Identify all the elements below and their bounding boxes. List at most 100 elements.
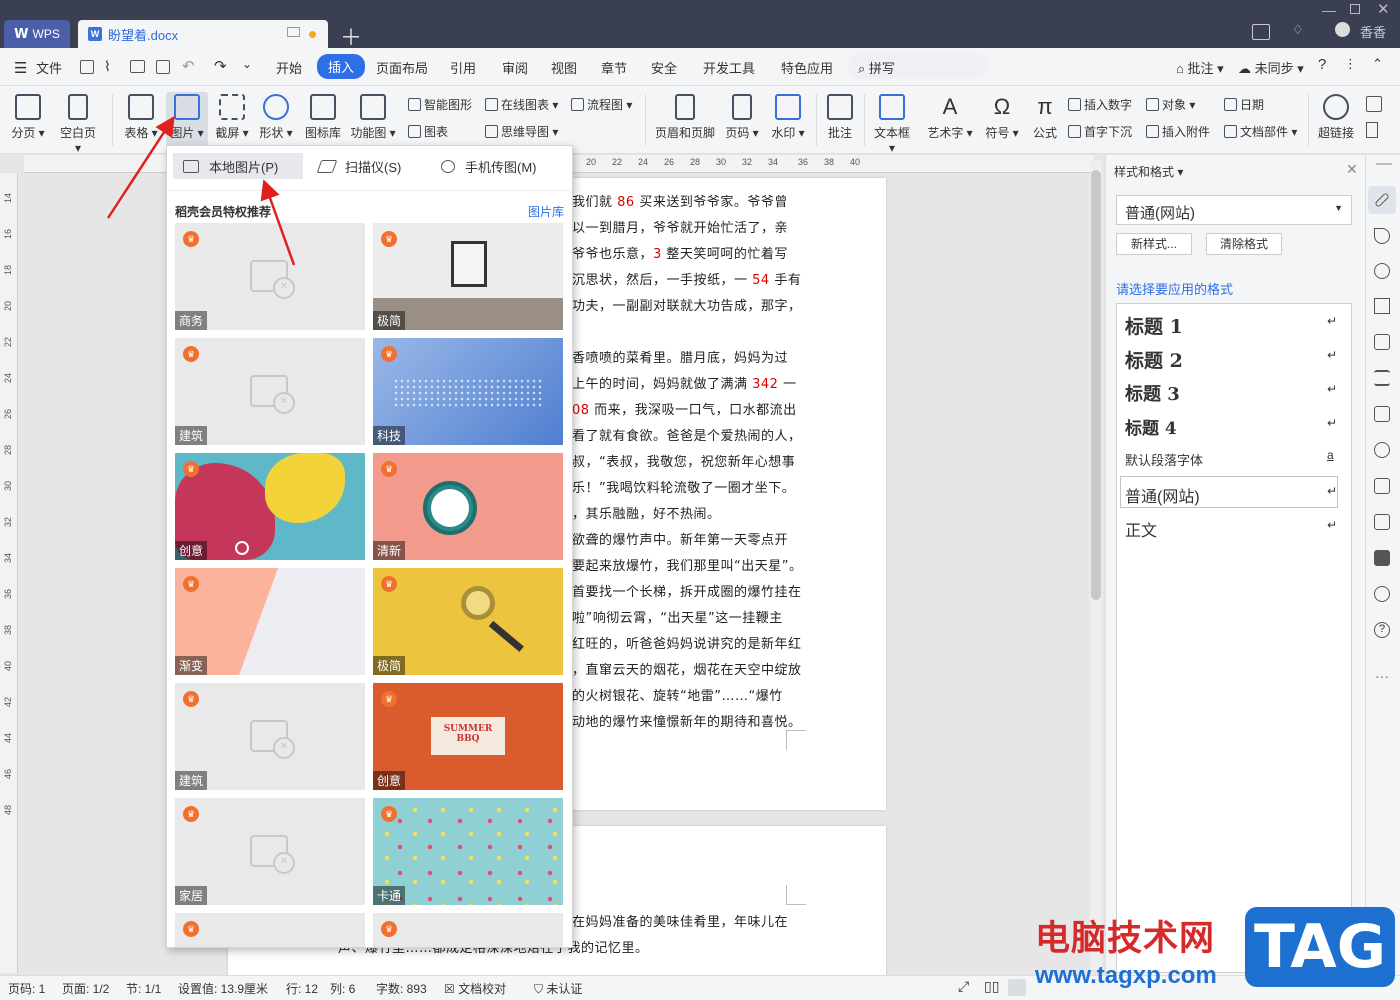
picture-thumbnail-magnifier[interactable]: ♛ 极简 — [373, 568, 563, 675]
document-line[interactable]: 以一到腊月，爷爷就开始忙活了，亲 — [572, 217, 788, 236]
picture-thumbnail[interactable]: ♛ — [373, 913, 563, 947]
hyperlink-button[interactable]: 超链接 — [1314, 94, 1358, 141]
tab-view[interactable]: 视图 — [551, 58, 577, 77]
status-section[interactable]: 节: 1/1 — [126, 980, 161, 997]
document-line[interactable]: ，直窜云天的烟花，烟花在天空中绽放 — [572, 659, 802, 678]
collapse-ribbon-icon[interactable]: ⌃ — [1372, 56, 1383, 72]
picture-thumbnail-placeholder[interactable]: ♛ 商务 — [175, 223, 365, 330]
tab-developer[interactable]: 开发工具 — [703, 58, 755, 77]
document-line[interactable]: 啦”响彻云霄，“出天星”这一挂鞭主 — [572, 607, 783, 626]
username[interactable]: 香香 — [1360, 22, 1386, 41]
drop-cap-button[interactable]: 首字下沉 — [1068, 123, 1132, 140]
picture-thumbnail-frame[interactable]: ♛ 极简 — [373, 223, 563, 330]
local-picture-option[interactable]: 本地图片(P) — [173, 153, 303, 179]
picture-thumbnail-placeholder[interactable]: ♛ 建筑 — [175, 338, 365, 445]
document-line[interactable]: 看了就有食欲。爸爸是个爱热闹的人， — [572, 425, 802, 444]
document-line[interactable]: 功夫，一副副对联就大功告成，那字， — [572, 295, 802, 314]
document-line[interactable]: 在妈妈准备的美味佳肴里，年味儿在 — [572, 911, 788, 930]
status-col[interactable]: 列: 6 — [330, 980, 355, 997]
picture-library-link[interactable]: 图片库 — [528, 203, 564, 220]
tab-security[interactable]: 安全 — [651, 58, 677, 77]
style-heading-1[interactable]: 标题 1 — [1125, 312, 1183, 339]
picture-thumbnail-placeholder[interactable]: ♛ 建筑 — [175, 683, 365, 790]
attachment-button[interactable]: 插入附件 — [1146, 123, 1210, 140]
doc-parts-button[interactable]: 文档部件 ▾ — [1224, 123, 1297, 140]
undo-icon[interactable]: ↶ — [182, 57, 195, 75]
date-button[interactable]: 日期 — [1224, 96, 1264, 113]
avatar[interactable] — [1335, 22, 1350, 37]
wps-home-tab[interactable]: W WPS — [4, 20, 70, 48]
status-cert[interactable]: ⛉ 未认证 — [534, 980, 582, 997]
status-words[interactable]: 字数: 893 — [376, 980, 427, 997]
header-footer-button[interactable]: 页眉和页脚 — [652, 94, 718, 141]
vertical-ruler[interactable]: 14 16 18 20 22 24 26 28 30 32 34 36 38 4… — [0, 173, 18, 973]
tab-chapter[interactable]: 章节 — [601, 58, 627, 77]
document-tab[interactable]: W 盼望着.docx — [78, 20, 328, 48]
image-tool-icon[interactable] — [1374, 514, 1390, 530]
table-button[interactable]: 表格 ▾ — [120, 94, 162, 141]
document-line[interactable]: 首要找一个长梯，拆开成圈的爆竹挂在 — [572, 581, 802, 600]
gallery-icon[interactable] — [1374, 550, 1390, 566]
minimize-button[interactable]: — — [1322, 2, 1336, 18]
document-line[interactable]: 08 而来，我深吸一口气，口水都流出 — [572, 399, 797, 418]
picture-button[interactable]: 图片 ▾ — [166, 92, 208, 148]
help-icon[interactable]: ? — [1318, 56, 1326, 73]
online-chart-button[interactable]: 在线图表 ▾ — [485, 96, 558, 113]
style-list[interactable]: 标题 1 ↵ 标题 2 ↵ 标题 3 ↵ 标题 4 ↵ 默认段落字体 a 普通(… — [1116, 303, 1352, 973]
save-icon[interactable] — [80, 60, 94, 74]
close-panel-icon[interactable]: ✕ — [1346, 161, 1358, 178]
page-break-button[interactable]: 分页 ▾ — [8, 94, 48, 141]
blank-page-button[interactable]: 空白页 ▾ — [56, 94, 100, 155]
redo-icon[interactable]: ↷ — [214, 57, 227, 75]
document-line[interactable]: 上午的时间，妈妈就做了满满 342 一 — [572, 373, 797, 392]
more-icon[interactable]: ⋮ — [1344, 56, 1357, 72]
status-proof[interactable]: ☒ 文档校对 — [444, 980, 506, 997]
window-layout-icon[interactable] — [1252, 24, 1270, 40]
scanner-option[interactable]: 扫描仪(S) — [309, 153, 429, 179]
icon-library-button[interactable]: 图标库 — [302, 94, 344, 141]
document-line[interactable]: 欲聋的爆竹声中。新年第一天零点开 — [572, 529, 788, 548]
file-menu[interactable]: 文件 — [36, 58, 62, 77]
style-normal-web[interactable]: 普通(网站) — [1120, 476, 1338, 508]
picture-thumbnail-tech[interactable]: ♛ 科技 — [373, 338, 563, 445]
bookmark-icon[interactable] — [1366, 122, 1378, 138]
document-line[interactable]: 红旺的，听爸爸妈妈说讲究的是新年红 — [572, 633, 802, 652]
close-window-button[interactable]: ✕ — [1377, 0, 1390, 18]
picture-thumbnail-bbq[interactable]: SUMMER BBQ ♛ 创意 — [373, 683, 563, 790]
comment-button[interactable]: 批注 — [822, 94, 858, 141]
document-line[interactable]: ，其乐融融，好不热闹。 — [572, 503, 721, 522]
shirt-icon[interactable]: ♢ — [1292, 22, 1304, 38]
current-style-select[interactable]: 普通(网站) ▼ — [1116, 195, 1352, 225]
style-heading-4[interactable]: 标题 4 — [1125, 414, 1177, 439]
screenshot-button[interactable]: 截屏 ▾ — [212, 94, 252, 141]
document-line[interactable]: 我们就 86 买来送到爷爷家。爷爷曾 — [572, 191, 788, 210]
text-format-icon[interactable] — [1374, 298, 1390, 314]
object-button[interactable]: 对象 ▾ — [1146, 96, 1195, 113]
symbol-button[interactable]: Ω 符号 ▾ — [984, 94, 1020, 141]
document-line[interactable]: 要起来放爆竹，我们那里叫“出天星”。 — [572, 555, 802, 574]
document-line[interactable]: 叔，“表叔，我敬您，祝您新年心想事 — [572, 451, 795, 470]
chart-button[interactable]: 图表 — [408, 123, 448, 140]
fullscreen-icon[interactable]: ⤢ — [958, 978, 969, 995]
tab-home[interactable]: 开始 — [276, 58, 302, 77]
shapes-icon[interactable] — [1374, 263, 1390, 279]
mindmap-button[interactable]: 思维导图 ▾ — [485, 123, 558, 140]
shape-button[interactable]: 形状 ▾ — [256, 94, 296, 141]
translate-icon[interactable] — [1374, 442, 1390, 458]
monitor-icon[interactable] — [287, 27, 300, 37]
textbox-button[interactable]: 文本框 ▾ — [870, 94, 914, 155]
scrollbar-thumb[interactable] — [1091, 170, 1101, 600]
flowchart-button[interactable]: 流程图 ▾ — [571, 96, 632, 113]
picture-thumbnail-placeholder[interactable]: ♛ 家居 — [175, 798, 365, 905]
document-line[interactable]: 动地的爆竹来憧憬新年的期待和喜悦。 — [572, 711, 802, 730]
picture-thumbnail-clock[interactable]: ♛ 清新 — [373, 453, 563, 560]
print-preview-icon[interactable] — [156, 60, 170, 74]
crossref-icon[interactable] — [1366, 96, 1382, 112]
window-icon[interactable] — [1374, 478, 1390, 494]
table-tool-icon[interactable] — [1374, 334, 1390, 350]
sync-status[interactable]: ☁ 未同步 ▾ — [1238, 58, 1304, 77]
function-chart-button[interactable]: 功能图 ▾ — [350, 94, 396, 141]
word-art-button[interactable]: A 艺术字 ▾ — [926, 94, 974, 141]
panel-title[interactable]: 样式和格式 ▾ — [1114, 163, 1183, 180]
new-style-button[interactable]: 新样式... — [1116, 233, 1192, 255]
